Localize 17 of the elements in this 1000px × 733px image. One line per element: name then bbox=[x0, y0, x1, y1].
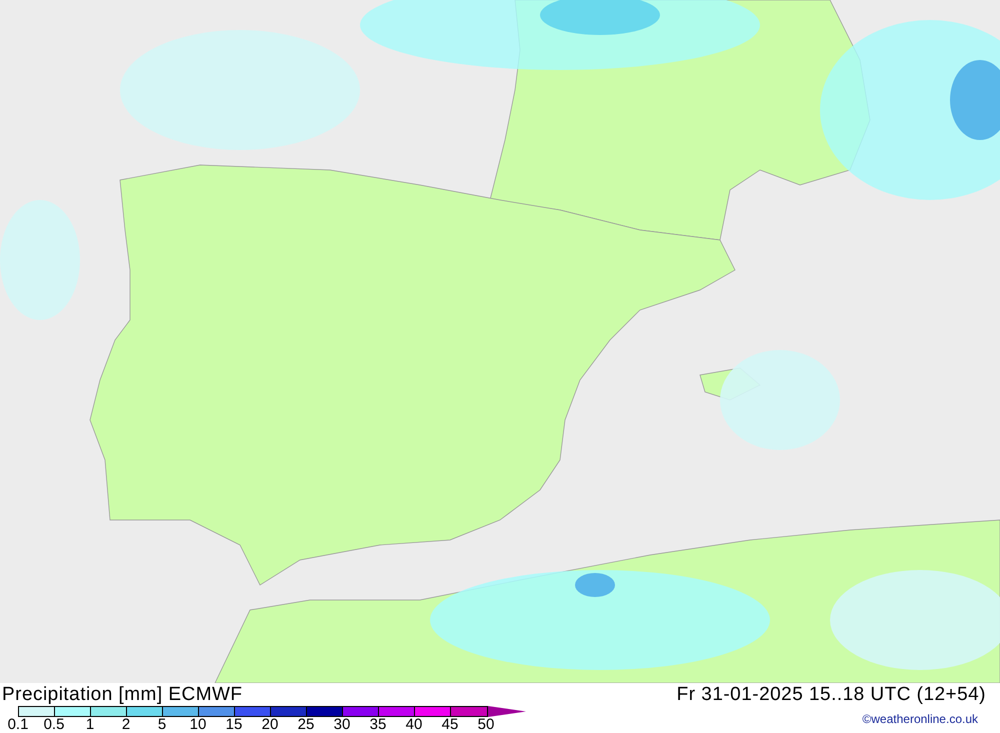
map-title: Precipitation [mm] ECMWF bbox=[2, 684, 242, 706]
legend-label: 0.1 bbox=[6, 717, 30, 733]
legend-label: 40 bbox=[404, 717, 424, 733]
legend-label: 5 bbox=[156, 717, 168, 733]
credit-text: ©weatheronline.co.uk bbox=[862, 711, 979, 728]
valid-time: Fr 31-01-2025 15..18 UTC (12+54) bbox=[676, 684, 987, 706]
legend-label: 30 bbox=[332, 717, 352, 733]
legend-label: 35 bbox=[368, 717, 388, 733]
legend-label: 10 bbox=[188, 717, 208, 733]
legend-label: 2 bbox=[120, 717, 132, 733]
legend-label: 45 bbox=[440, 717, 460, 733]
legend-label: 20 bbox=[260, 717, 280, 733]
legend-label: 0.5 bbox=[42, 717, 66, 733]
legend-label: 15 bbox=[224, 717, 244, 733]
legend-label: 50 bbox=[476, 717, 496, 733]
legend-label: 25 bbox=[296, 717, 316, 733]
legend-label: 1 bbox=[84, 717, 96, 733]
